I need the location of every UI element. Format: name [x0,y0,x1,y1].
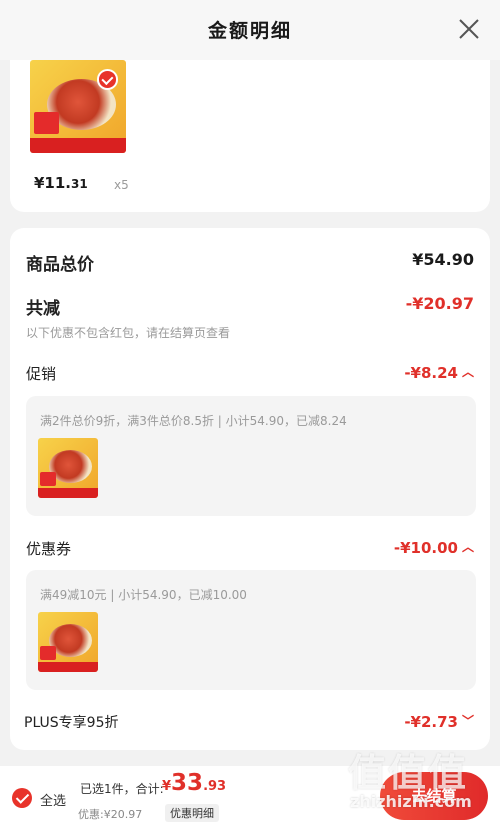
coupon-product-thumbnail [38,612,98,672]
promo-description: 满2件总价9折，满3件总价8.5折 | 小计54.90，已减8.24 [40,414,347,428]
checkout-button[interactable]: 去结算 [380,772,488,820]
coupon-label: 优惠券 [26,540,72,558]
plus-discount-label: PLUS专享95折 [24,715,119,731]
checkout-bar: 全选 已选1件，合计: ¥33.93 优惠:¥20.97 优惠明细 去结算 [0,766,500,827]
plus-toggle[interactable]: -¥2.73 ﹀ [404,712,474,731]
amount-detail-card: 商品总价 ¥54.90 共减 -¥20.97 以下优惠不包含红包，请在结算页查看… [10,228,490,750]
product-price: ¥11.31 [34,174,88,192]
promo-label: 促销 [26,365,57,383]
select-all-label[interactable]: 全选 [40,790,66,809]
total-discount-value: -¥20.97 [405,294,474,313]
product-card: ¥11.31 x5 [10,60,490,212]
promo-product-thumbnail [38,438,98,498]
selected-summary: 已选1件，合计: [80,782,164,796]
coupon-detail-box: 满49减10元 | 小计54.90，已减10.00 [26,570,476,690]
modal-title: 金额明细 [207,20,292,42]
promo-toggle[interactable]: -¥8.24 ︿ [404,363,474,382]
select-all-check-icon[interactable] [12,788,32,808]
selected-check-icon [97,69,119,90]
coupon-description: 满49减10元 | 小计54.90，已减10.00 [40,588,247,602]
close-icon[interactable] [456,16,482,42]
coupon-toggle[interactable]: -¥10.00 ︿ [394,538,474,557]
product-thumbnail[interactable] [30,60,126,153]
total-amount: ¥33.93 [162,770,227,796]
plus-discount-value: -¥2.73 [404,713,458,731]
chevron-down-icon: ﹀ [461,714,474,728]
total-discount-label: 共减 [26,299,60,319]
promo-value: -¥8.24 [404,364,458,382]
chevron-up-icon: ︿ [461,540,474,554]
product-quantity: x5 [114,178,129,192]
chevron-up-icon: ︿ [461,365,474,379]
goods-total-value: ¥54.90 [412,250,474,269]
promo-detail-box: 满2件总价9折，满3件总价8.5折 | 小计54.90，已减8.24 [26,396,476,516]
coupon-value: -¥10.00 [393,539,458,557]
discount-detail-button[interactable]: 优惠明细 [165,804,219,822]
discount-note: 以下优惠不包含红包，请在结算页查看 [26,326,231,340]
discount-amount: 优惠:¥20.97 [78,808,143,821]
goods-total-label: 商品总价 [26,255,94,275]
modal-header: 金额明细 [0,0,500,60]
